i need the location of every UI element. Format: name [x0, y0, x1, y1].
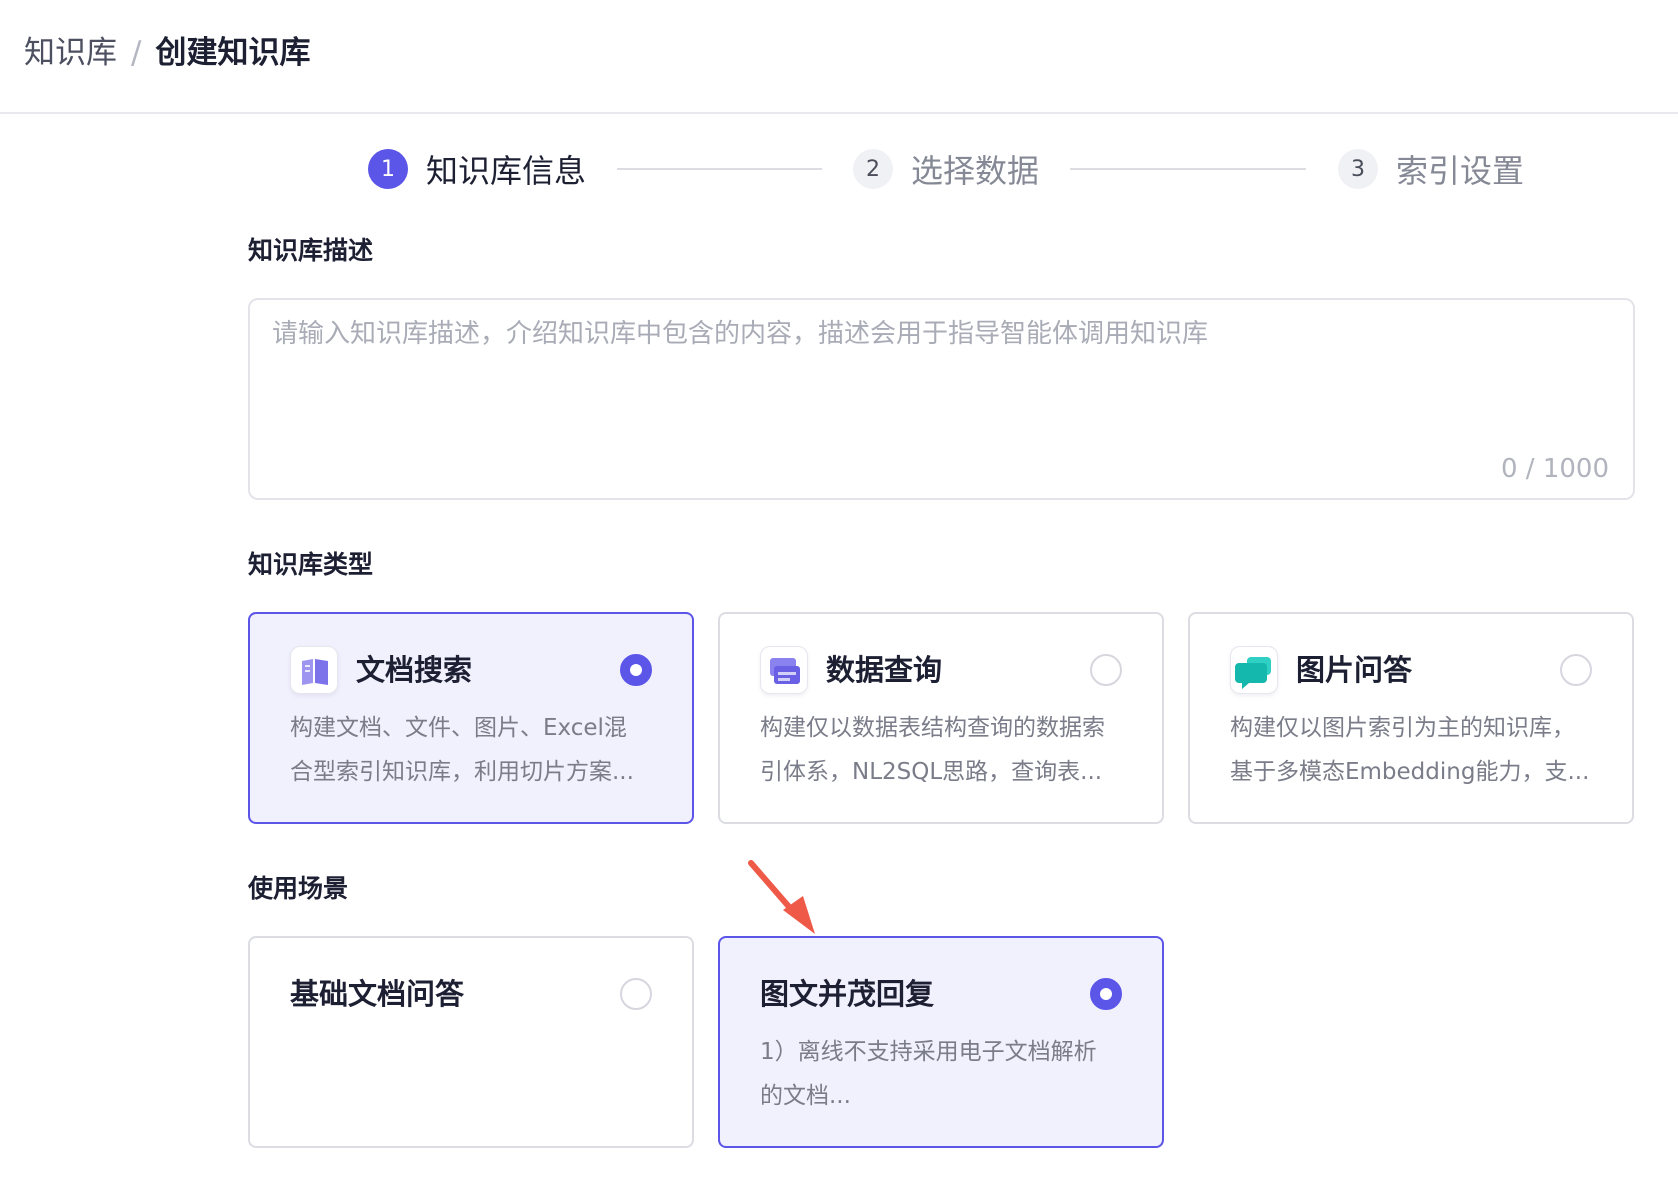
- book-icon: [290, 646, 338, 694]
- radio-button[interactable]: [1560, 654, 1592, 686]
- radio-button[interactable]: [1090, 978, 1122, 1010]
- breadcrumb-separator: /: [131, 35, 142, 71]
- step-label: 选择数据: [911, 152, 1040, 190]
- card-description: 构建仅以数据表结构查询的数据索 引体系，NL2SQL思路，查询表...: [760, 706, 1105, 794]
- step-connector: [1070, 168, 1306, 170]
- card-description: 1）离线不支持采用电子文档解析 的文档...: [760, 1030, 1097, 1118]
- card-title: 文档搜索: [356, 653, 473, 687]
- step-index-settings[interactable]: 3 索引设置: [1338, 146, 1524, 192]
- step-label: 知识库信息: [426, 152, 587, 190]
- breadcrumb-current-page: 创建知识库: [155, 35, 311, 71]
- card-description-line: 引体系，NL2SQL思路，查询表...: [760, 759, 1103, 785]
- radio-button[interactable]: [620, 654, 652, 686]
- description-textarea[interactable]: [272, 316, 1612, 436]
- annotation-arrow-icon: [748, 860, 815, 934]
- card-title: 图片问答: [1296, 653, 1413, 687]
- description-label: 知识库描述: [248, 236, 374, 265]
- kb-type-card-data-query[interactable]: 数据查询 构建仅以数据表结构查询的数据索 引体系，NL2SQL思路，查询表...: [718, 612, 1164, 824]
- step-knowledge-base-info[interactable]: 1 知识库信息: [368, 146, 586, 192]
- card-title: 数据查询: [826, 653, 943, 687]
- step-number: 2: [853, 149, 893, 189]
- card-description-line: 基于多模态Embedding能力，支...: [1230, 759, 1590, 785]
- card-title: 基础文档问答: [290, 977, 465, 1011]
- radio-button[interactable]: [1090, 654, 1122, 686]
- step-number: 1: [368, 149, 408, 189]
- card-description: 构建仅以图片索引为主的知识库， 基于多模态Embedding能力，支...: [1230, 706, 1589, 794]
- breadcrumb-knowledge-base-link[interactable]: 知识库: [24, 35, 117, 71]
- card-description-line: 合型索引知识库，利用切片方案...: [290, 759, 634, 785]
- description-field: 0 / 1000: [248, 298, 1635, 500]
- kb-type-label: 知识库类型: [248, 550, 374, 579]
- page-header: 知识库 / 创建知识库: [0, 0, 1678, 114]
- card-description-line: 构建仅以数据表结构查询的数据索: [760, 715, 1105, 741]
- scenario-label: 使用场景: [248, 874, 349, 903]
- radio-button[interactable]: [620, 978, 652, 1010]
- scenario-card-rich-media-reply[interactable]: 图文并茂回复 1）离线不支持采用电子文档解析 的文档...: [718, 936, 1164, 1148]
- step-label: 索引设置: [1396, 152, 1525, 190]
- kb-type-card-document-search[interactable]: 文档搜索 构建文档、文件、图片、Excel混 合型索引知识库，利用切片方案...: [248, 612, 694, 824]
- card-title: 图文并茂回复: [760, 977, 935, 1011]
- step-number: 3: [1338, 149, 1378, 189]
- data-table-icon: [760, 646, 808, 694]
- kb-type-card-image-qa[interactable]: 图片问答 构建仅以图片索引为主的知识库， 基于多模态Embedding能力，支.…: [1188, 612, 1634, 824]
- card-description-line: 构建文档、文件、图片、Excel混: [290, 715, 627, 741]
- character-counter: 0 / 1000: [1501, 454, 1609, 484]
- step-connector: [617, 168, 822, 170]
- card-description-line: 的文档...: [760, 1083, 851, 1109]
- chat-bubble-icon: [1230, 646, 1278, 694]
- card-description-line: 构建仅以图片索引为主的知识库，: [1230, 715, 1575, 741]
- card-description-line: 1）离线不支持采用电子文档解析: [760, 1039, 1097, 1065]
- card-description: 构建文档、文件、图片、Excel混 合型索引知识库，利用切片方案...: [290, 706, 634, 794]
- breadcrumb: 知识库 / 创建知识库: [24, 30, 310, 76]
- step-select-data[interactable]: 2 选择数据: [853, 146, 1039, 192]
- scenario-card-basic-document-qa[interactable]: 基础文档问答: [248, 936, 694, 1148]
